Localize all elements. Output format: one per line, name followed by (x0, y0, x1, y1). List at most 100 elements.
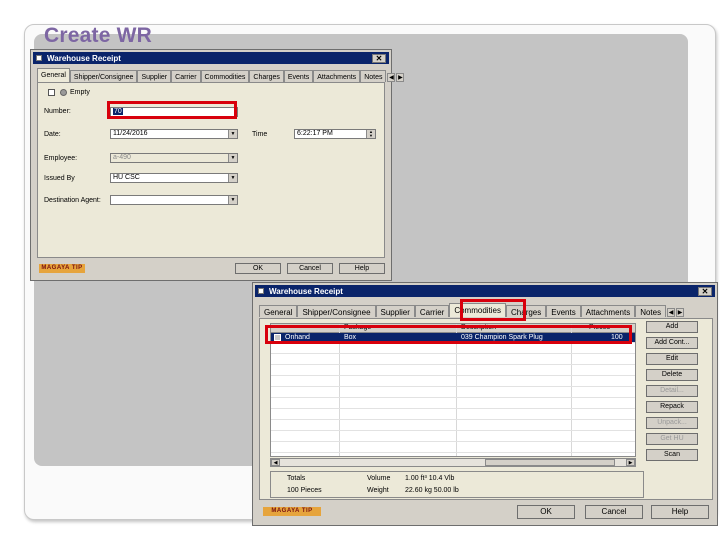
side-button-get-hu[interactable]: Get HU (646, 433, 698, 445)
scrollbar-thumb[interactable] (485, 459, 615, 466)
tab-notes[interactable]: Notes (360, 70, 387, 82)
dropdown-arrow-icon[interactable]: ▼ (228, 130, 237, 138)
side-button-detail[interactable]: Detail... (646, 385, 698, 397)
date-label: Date: (44, 131, 61, 138)
employee-input: a-490 ▼ (110, 153, 238, 163)
empty-row (271, 421, 635, 431)
tab-attachments[interactable]: Attachments (313, 70, 361, 82)
tab-charges[interactable]: Charges (249, 70, 284, 82)
help-button[interactable]: Help (339, 263, 385, 274)
tab-strip: General Shipper/Consignee Supplier Carri… (259, 303, 685, 317)
grid-header: Package Description Pieces (271, 324, 635, 333)
title-bar[interactable]: Warehouse Receipt ✕ (255, 285, 715, 297)
table-row[interactable]: Onhand Box 039 Champion Spark Plug 100 (271, 333, 635, 343)
row-package: Box (344, 334, 357, 341)
tab-commodities[interactable]: Commodities (449, 303, 507, 317)
tab-commodities[interactable]: Commodities (200, 70, 250, 82)
magaya-logo: MAGAYA TIP (39, 264, 85, 273)
tab-supplier[interactable]: Supplier (375, 305, 415, 317)
tab-carrier[interactable]: Carrier (414, 305, 450, 317)
tab-events[interactable]: Events (546, 305, 581, 317)
window-icon (36, 55, 42, 61)
scroll-right-icon[interactable]: ▶ (626, 459, 635, 466)
tab-general[interactable]: General (259, 305, 298, 317)
date-input[interactable]: 11/24/2016 ▼ (110, 129, 238, 139)
empty-row (271, 432, 635, 442)
empty-row (271, 410, 635, 420)
magaya-logo: MAGAYA TIP (263, 507, 321, 516)
cancel-button[interactable]: Cancel (585, 505, 643, 519)
volume-label: Volume (367, 475, 391, 482)
tab-scroll-left-icon[interactable]: ◀ (667, 308, 676, 317)
warehouse-receipt-window-commodities: Warehouse Receipt ✕ General Shipper/Cons… (252, 282, 718, 526)
empty-row (271, 366, 635, 376)
column-header-package[interactable]: Package (344, 324, 371, 333)
totals-label: Totals (287, 475, 306, 482)
tab-shipper-consignee[interactable]: Shipper/Consignee (297, 305, 376, 317)
horizontal-scrollbar[interactable]: ◀ ▶ (270, 458, 636, 467)
side-button-edit[interactable]: Edit (646, 353, 698, 365)
column-header-description[interactable]: Description (461, 324, 496, 333)
title-bar[interactable]: Warehouse Receipt ✕ (33, 52, 389, 64)
onhand-status-icon (274, 334, 281, 341)
tab-charges[interactable]: Charges (506, 305, 547, 317)
totals-panel: Totals 100 Pieces Volume 1.00 ft³ 10.4 V… (270, 471, 644, 498)
empty-checkbox[interactable] (48, 89, 55, 96)
tab-scroll-left-icon[interactable]: ◀ (387, 73, 396, 82)
time-input[interactable]: 6:22:17 PM ▲ ▼ (294, 129, 376, 139)
row-description: 039 Champion Spark Plug (461, 334, 543, 341)
tab-general[interactable]: General (37, 68, 70, 82)
row-status: Onhand (285, 334, 310, 341)
side-button-scan[interactable]: Scan (646, 449, 698, 461)
help-button[interactable]: Help (651, 505, 709, 519)
side-button-unpack[interactable]: Unpack... (646, 417, 698, 429)
weight-value: 22.60 kg 50.00 lb (405, 487, 459, 494)
weight-label: Weight (367, 487, 389, 494)
total-pieces: 100 Pieces (287, 487, 322, 494)
column-header-pieces[interactable]: Pieces (589, 324, 610, 333)
destination-agent-input[interactable]: ▼ (110, 195, 238, 205)
tab-events[interactable]: Events (283, 70, 314, 82)
side-button-delete[interactable]: Delete (646, 369, 698, 381)
tab-strip: General Shipper/Consignee Supplier Carri… (37, 68, 405, 82)
window-title: Warehouse Receipt (47, 53, 121, 63)
number-label: Number: (44, 108, 71, 115)
issued-by-input[interactable]: HU CSC ▼ (110, 173, 238, 183)
close-button[interactable]: ✕ (372, 54, 386, 63)
commodities-grid[interactable]: Package Description Pieces Onhand Box 03… (270, 323, 636, 457)
spinner-icon[interactable]: ▲ ▼ (366, 130, 375, 138)
empty-row (271, 344, 635, 354)
side-button-add-cont[interactable]: Add Cont... (646, 337, 698, 349)
date-value: 11/24/2016 (113, 130, 148, 137)
side-button-repack[interactable]: Repack (646, 401, 698, 413)
slide-title: Create WR (44, 24, 152, 47)
warehouse-receipt-window-general: Warehouse Receipt ✕ General Shipper/Cons… (30, 49, 405, 281)
side-button-add[interactable]: Add (646, 321, 698, 333)
scroll-left-icon[interactable]: ◀ (271, 459, 280, 466)
dropdown-arrow-icon: ▼ (228, 154, 237, 162)
tab-scroll-right-icon[interactable]: ▶ (676, 308, 685, 317)
tab-shipper-consignee[interactable]: Shipper/Consignee (69, 70, 138, 82)
empty-row (271, 377, 635, 387)
cancel-button[interactable]: Cancel (287, 263, 333, 274)
empty-status-icon (60, 89, 67, 96)
empty-row (271, 399, 635, 409)
tab-attachments[interactable]: Attachments (580, 305, 636, 317)
destination-agent-label: Destination Agent: (44, 197, 101, 204)
tab-supplier[interactable]: Supplier (137, 70, 172, 82)
time-value: 6:22:17 PM (297, 130, 333, 137)
commodities-pane: Package Description Pieces Onhand Box 03… (259, 318, 713, 500)
empty-label: Empty (70, 89, 90, 96)
tab-scroll-right-icon[interactable]: ▶ (396, 73, 405, 82)
dropdown-arrow-icon[interactable]: ▼ (228, 174, 237, 182)
dropdown-arrow-icon[interactable]: ▼ (228, 196, 237, 204)
empty-row (271, 355, 635, 365)
tab-notes[interactable]: Notes (635, 305, 667, 317)
ok-button[interactable]: OK (235, 263, 281, 274)
close-button[interactable]: ✕ (698, 287, 712, 296)
employee-label: Employee: (44, 155, 78, 162)
tab-carrier[interactable]: Carrier (171, 70, 201, 82)
number-value: 70 (113, 108, 123, 115)
ok-button[interactable]: OK (517, 505, 575, 519)
number-input[interactable]: 70 (110, 107, 238, 117)
